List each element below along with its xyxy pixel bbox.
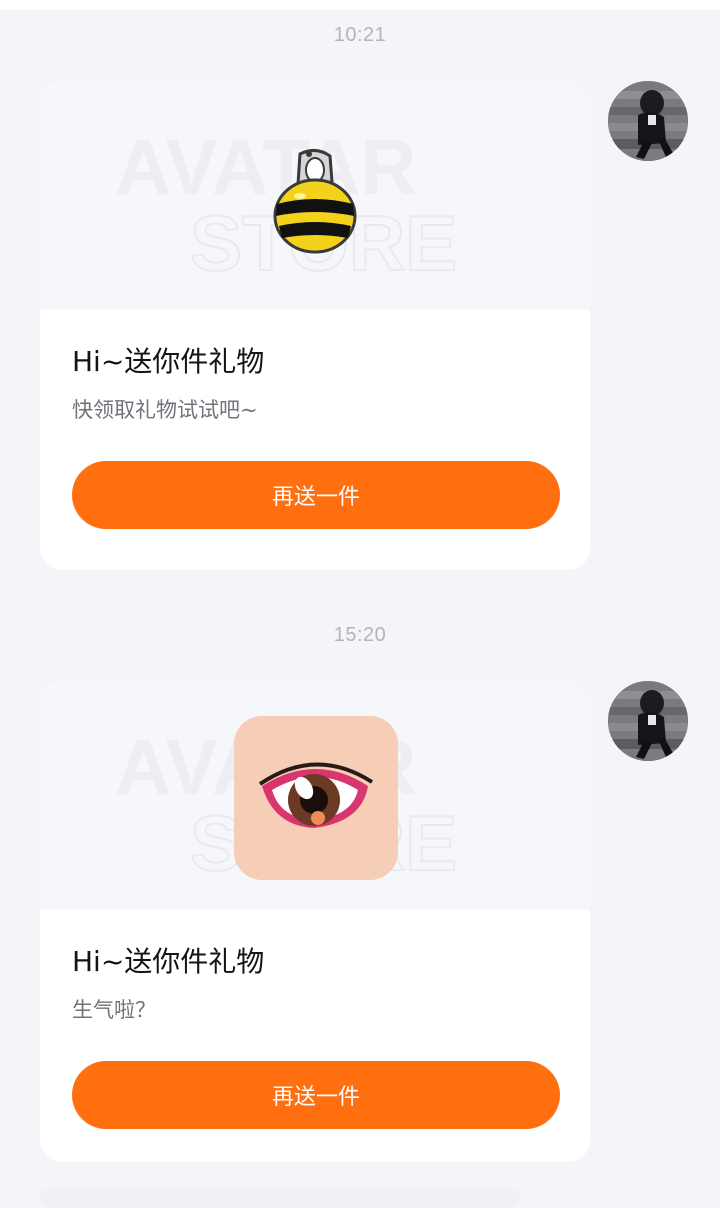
top-bar-strip (0, 0, 720, 10)
gift-preview-area: AVATAR STORE (40, 82, 590, 310)
bee-nail-icon (273, 149, 357, 254)
gift-subtitle: 生气啦？ (72, 998, 156, 1022)
avatar-photo-icon (608, 81, 688, 161)
eye-makeup-icon (234, 716, 398, 880)
send-again-button[interactable]: 再送一件 (72, 461, 560, 529)
svg-text:AVATAR: AVATAR (115, 123, 417, 211)
next-message-card (40, 1188, 520, 1208)
avatar[interactable] (608, 81, 688, 161)
gift-message-card[interactable]: AVATAR STORE Hi~送你件礼物 生气啦？ 再送一件 (40, 682, 590, 1162)
gift-message-card[interactable]: AVATAR STORE Hi~送你件礼物 快领取礼物试试吧~ 再送一件 (40, 82, 590, 570)
timestamp: 15:20 (333, 624, 387, 646)
avatar[interactable] (608, 681, 688, 761)
gift-title: Hi~送你件礼物 (72, 945, 265, 978)
send-again-button[interactable]: 再送一件 (72, 1061, 560, 1129)
avatar-photo-icon (608, 681, 688, 761)
gift-preview-area: AVATAR STORE (40, 682, 590, 910)
gift-title: Hi~送你件礼物 (72, 345, 265, 378)
timestamp: 10:21 (333, 24, 387, 46)
gift-subtitle: 快领取礼物试试吧~ (72, 398, 258, 422)
